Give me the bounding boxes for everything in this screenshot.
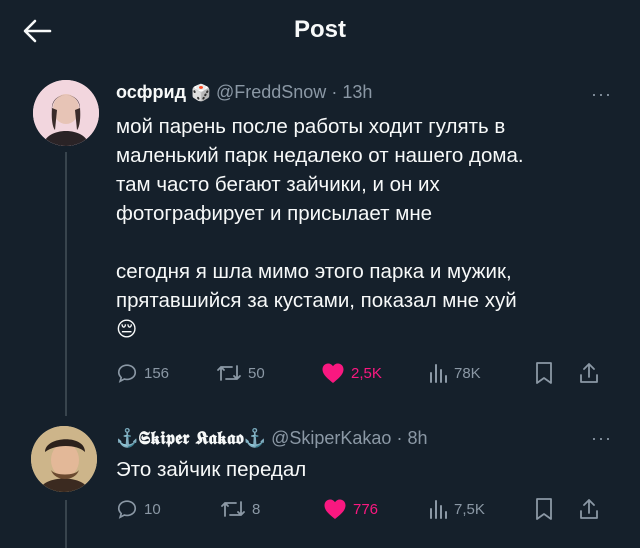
action-bar: 10 8 776 7,5K [116, 496, 616, 522]
more-icon[interactable]: ··· [591, 428, 612, 449]
timestamp[interactable]: 8h [407, 428, 427, 448]
heart-icon [324, 499, 346, 519]
repost-button[interactable]: 8 [220, 496, 260, 522]
repost-count: 8 [252, 500, 261, 518]
repost-icon [221, 501, 245, 517]
avatar[interactable] [31, 426, 97, 492]
share-button[interactable] [578, 496, 600, 522]
thread-line [65, 500, 67, 548]
views-count: 7,5K [454, 500, 485, 518]
views-button[interactable]: 7,5K [428, 496, 485, 522]
display-name[interactable]: ⚓𝕾𝖐𝖎𝖕𝖊𝖗 𝕶𝖆𝖐𝖆𝖔⚓ [116, 428, 266, 449]
text-line: Это зайчик передал [116, 458, 307, 481]
avatar-image [31, 426, 97, 492]
like-button[interactable]: 776 [323, 496, 378, 522]
handle[interactable]: @SkiperKakao [271, 428, 391, 448]
bookmark-button[interactable] [534, 496, 554, 522]
views-icon [430, 500, 447, 519]
tweet-text: Это зайчик передал [116, 455, 616, 484]
reply-tweet[interactable]: ⚓𝕾𝖐𝖎𝖕𝖊𝖗 𝕶𝖆𝖐𝖆𝖔⚓ @SkiperKakao · 8h ··· Это… [0, 0, 640, 548]
reply-icon [117, 500, 137, 519]
like-count: 776 [353, 500, 379, 518]
reply-button[interactable]: 10 [116, 496, 161, 522]
bookmark-icon [536, 498, 552, 520]
share-icon [580, 499, 598, 519]
separator: · [396, 428, 403, 448]
reply-count: 10 [144, 500, 161, 518]
tweet-meta: ⚓𝕾𝖐𝖎𝖕𝖊𝖗 𝕶𝖆𝖐𝖆𝖔⚓ @SkiperKakao · 8h [116, 428, 428, 449]
